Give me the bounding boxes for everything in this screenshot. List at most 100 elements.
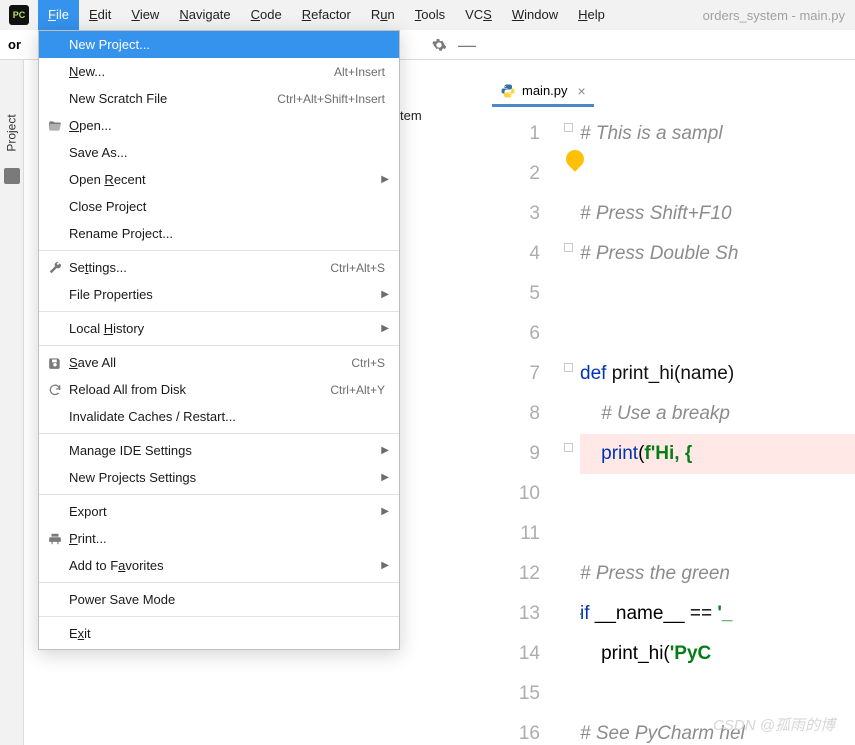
menu-item-save-as[interactable]: Save As...	[39, 139, 399, 166]
line-number[interactable]: 4	[488, 234, 560, 274]
code-line[interactable]: def print_hi(name)	[580, 354, 855, 394]
editor-tab-main[interactable]: main.py ×	[492, 77, 594, 107]
menu-code[interactable]: Code	[241, 0, 292, 30]
fold-toggle-icon[interactable]	[564, 443, 573, 452]
fold-toggle-icon[interactable]	[564, 363, 573, 372]
code-area[interactable]: # This is a sampl# Press Shift+F10# Pres…	[580, 108, 855, 745]
menu-edit[interactable]: Edit	[79, 0, 121, 30]
menu-item-new[interactable]: New...Alt+Insert	[39, 58, 399, 85]
menu-item-label: Save As...	[69, 145, 385, 160]
menu-item-shortcut: Alt+Insert	[334, 65, 385, 79]
menu-item-file-properties[interactable]: File Properties	[39, 281, 399, 308]
menu-item-save-all[interactable]: Save AllCtrl+S	[39, 349, 399, 376]
editor-tab-filename: main.py	[522, 83, 568, 98]
fold-toggle-icon[interactable]	[564, 243, 573, 252]
menu-window[interactable]: Window	[502, 0, 568, 30]
menu-item-export[interactable]: Export	[39, 498, 399, 525]
submenu-arrow-icon	[381, 174, 389, 185]
submenu-arrow-icon	[381, 445, 389, 456]
menu-item-close-project[interactable]: Close Project	[39, 193, 399, 220]
code-line[interactable]	[580, 514, 855, 554]
window-title: orders_system - main.py	[703, 8, 855, 23]
code-line[interactable]: # This is a sampl	[580, 114, 855, 154]
line-number[interactable]: 9	[488, 434, 560, 474]
editor-tabs: main.py ×	[488, 77, 855, 107]
project-tool-icon	[4, 168, 20, 184]
hide-tool-window-icon[interactable]: —	[456, 34, 478, 56]
menu-item-new-scratch-file[interactable]: New Scratch FileCtrl+Alt+Shift+Insert	[39, 85, 399, 112]
line-number[interactable]: 8	[488, 394, 560, 434]
menu-help[interactable]: Help	[568, 0, 615, 30]
project-tool-tab[interactable]: Project	[0, 98, 23, 168]
menu-item-new-projects-settings[interactable]: New Projects Settings	[39, 464, 399, 491]
code-line[interactable]: print_hi('PyC	[580, 634, 855, 674]
code-line[interactable]	[580, 674, 855, 714]
menu-item-shortcut: Ctrl+Alt+Shift+Insert	[277, 92, 385, 106]
line-number[interactable]: 13	[488, 594, 560, 634]
code-line[interactable]: print(f'Hi, {	[580, 434, 855, 474]
line-number[interactable]: 10	[488, 474, 560, 514]
line-number[interactable]: 6	[488, 314, 560, 354]
line-number[interactable]: 12	[488, 554, 560, 594]
menu-item-label: Open Recent	[69, 172, 385, 187]
code-line[interactable]	[580, 274, 855, 314]
code-line[interactable]: if __name__ == '_	[580, 594, 855, 634]
code-editor[interactable]: 12345678910111213141516 # This is a samp…	[488, 108, 855, 745]
menu-item-open[interactable]: Open...	[39, 112, 399, 139]
code-line[interactable]: # Press Double Sh	[580, 234, 855, 274]
gear-icon[interactable]	[428, 34, 450, 56]
menu-item-reload-all-from-disk[interactable]: Reload All from DiskCtrl+Alt+Y	[39, 376, 399, 403]
line-number[interactable]: 7	[488, 354, 560, 394]
menu-item-local-history[interactable]: Local History	[39, 315, 399, 342]
menu-view[interactable]: View	[121, 0, 169, 30]
line-number[interactable]: 11	[488, 514, 560, 554]
menu-item-rename-project[interactable]: Rename Project...	[39, 220, 399, 247]
code-line[interactable]	[580, 474, 855, 514]
menu-run[interactable]: Run	[361, 0, 405, 30]
menu-item-shortcut: Ctrl+Alt+Y	[330, 383, 385, 397]
menu-vcs[interactable]: VCS	[455, 0, 502, 30]
menu-item-label: Manage IDE Settings	[69, 443, 385, 458]
menu-item-settings[interactable]: Settings...Ctrl+Alt+S	[39, 254, 399, 281]
menu-file[interactable]: File	[38, 0, 79, 30]
fold-column	[560, 108, 580, 745]
menu-item-label: Rename Project...	[69, 226, 385, 241]
line-number[interactable]: 5	[488, 274, 560, 314]
menu-item-open-recent[interactable]: Open Recent	[39, 166, 399, 193]
line-number[interactable]: 1	[488, 114, 560, 154]
submenu-arrow-icon	[381, 472, 389, 483]
reload-icon	[47, 382, 63, 398]
line-number[interactable]: 16	[488, 714, 560, 745]
menu-item-print[interactable]: Print...	[39, 525, 399, 552]
menu-item-label: Save All	[69, 355, 351, 370]
code-line[interactable]: # Press Shift+F10	[580, 194, 855, 234]
menu-item-shortcut: Ctrl+Alt+S	[330, 261, 385, 275]
menu-item-new-project[interactable]: New Project...	[39, 31, 399, 58]
app-icon: PC	[0, 0, 38, 30]
code-line[interactable]	[580, 314, 855, 354]
line-number[interactable]: 2	[488, 154, 560, 194]
menu-item-power-save-mode[interactable]: Power Save Mode	[39, 586, 399, 613]
menu-tools[interactable]: Tools	[405, 0, 455, 30]
menu-refactor[interactable]: Refactor	[292, 0, 361, 30]
menu-item-label: Local History	[69, 321, 385, 336]
line-number[interactable]: 3	[488, 194, 560, 234]
menu-item-invalidate-caches-restart[interactable]: Invalidate Caches / Restart...	[39, 403, 399, 430]
submenu-arrow-icon	[381, 506, 389, 517]
fold-toggle-icon[interactable]	[564, 123, 573, 132]
menu-item-label: New Project...	[69, 37, 385, 52]
submenu-arrow-icon	[381, 323, 389, 334]
menu-item-manage-ide-settings[interactable]: Manage IDE Settings	[39, 437, 399, 464]
menu-navigate[interactable]: Navigate	[169, 0, 240, 30]
line-number[interactable]: 15	[488, 674, 560, 714]
code-line[interactable]: # Press the green	[580, 554, 855, 594]
menu-item-add-to-favorites[interactable]: Add to Favorites	[39, 552, 399, 579]
code-line[interactable]: # Use a breakp	[580, 394, 855, 434]
line-number[interactable]: 14	[488, 634, 560, 674]
print-icon	[47, 531, 63, 547]
menu-item-exit[interactable]: Exit	[39, 620, 399, 647]
code-line[interactable]	[580, 154, 855, 194]
wrench-icon	[47, 260, 63, 276]
close-tab-icon[interactable]: ×	[578, 83, 586, 99]
project-tree-fragment: tem	[400, 108, 488, 123]
